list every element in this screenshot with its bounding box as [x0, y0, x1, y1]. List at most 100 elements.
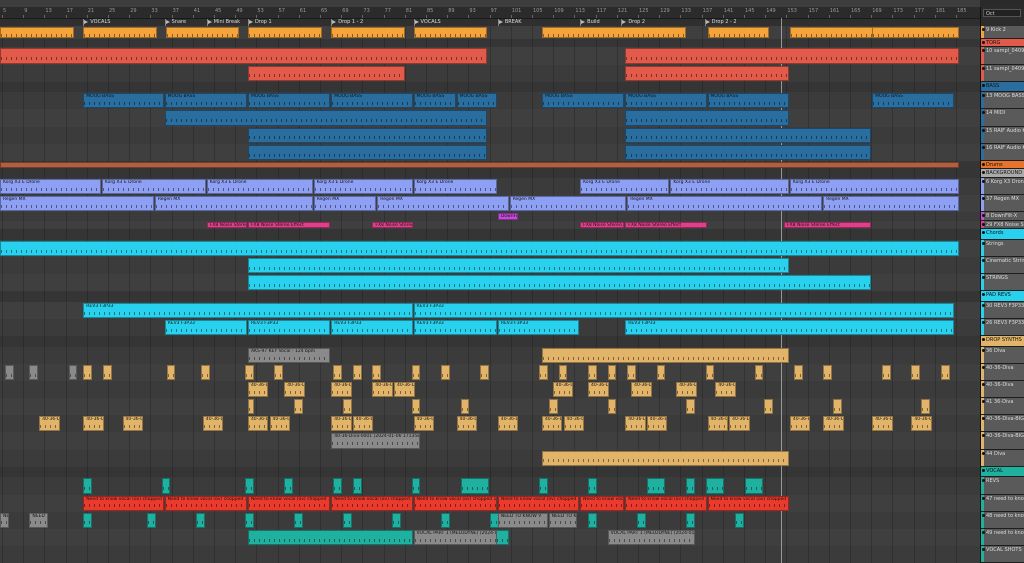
clip[interactable]: [0, 27, 75, 38]
clip[interactable]: Regen MX: [823, 196, 960, 212]
clip[interactable]: 40-36-Diva: [823, 416, 844, 432]
clip[interactable]: Korg X3 E Drone: [101, 178, 206, 194]
clip[interactable]: FX8 Noise Stereo Effect: [206, 221, 247, 229]
track-lane[interactable]: [0, 449, 980, 468]
clip[interactable]: 40-36-Diva: [707, 416, 729, 432]
clip[interactable]: [764, 399, 774, 415]
clip[interactable]: NEED TO KNOW V: [497, 512, 548, 528]
fold-icon[interactable]: [982, 171, 985, 175]
clip[interactable]: REV3 F3P33: [247, 320, 331, 336]
locator[interactable]: Snare: [164, 19, 186, 26]
track-header[interactable]: 40-36-Diva-BIG: [981, 415, 1024, 433]
clip[interactable]: [331, 27, 405, 38]
arrangement-view[interactable]: 5 9 13 17 21 25 29 33 37 41 45 49 53 57 61 65 69 73 77 81 85…: [0, 0, 980, 563]
track-header[interactable]: STRINGS: [981, 274, 1024, 292]
locator-bar[interactable]: VOCALS Snare Mini Break Drop 1 Drop 1 - 2 VOC…: [0, 19, 980, 26]
clip[interactable]: [754, 365, 764, 381]
clip[interactable]: 40-36-Diva-0001 [2024-01-06 171358]: [331, 433, 421, 449]
track-header[interactable]: 13 MOOG BASS: [981, 92, 1024, 110]
clip[interactable]: [744, 478, 764, 494]
clip[interactable]: [411, 365, 421, 381]
clip[interactable]: [460, 478, 489, 494]
clip[interactable]: Korg X3 E Drone: [206, 178, 313, 194]
track-header[interactable]: 15 RAIF Audio K: [981, 126, 1024, 144]
clip[interactable]: NEED TO KNOW V: [548, 512, 578, 528]
clip[interactable]: [247, 127, 488, 143]
clip[interactable]: 40-36-Diva: [646, 416, 668, 432]
fold-icon[interactable]: [982, 293, 985, 297]
clip[interactable]: [625, 65, 789, 81]
track-header[interactable]: 26 REV3 F3P33: [981, 319, 1024, 337]
clip[interactable]: 40-36-Diva: [202, 416, 224, 432]
fold-icon[interactable]: [982, 83, 985, 87]
set-selector[interactable]: Oct: [983, 9, 1021, 17]
track-header[interactable]: 9 Kick 2: [981, 26, 1024, 39]
track-header[interactable]: VOCAL: [981, 466, 1024, 478]
clip[interactable]: [627, 365, 636, 381]
clip[interactable]: REV3 F3P33: [331, 320, 413, 336]
clip[interactable]: [165, 27, 240, 38]
clip[interactable]: [558, 365, 568, 381]
track-header[interactable]: 36 Diva: [981, 346, 1024, 365]
clip[interactable]: [625, 48, 960, 64]
locator[interactable]: Drop 2: [621, 19, 645, 26]
clip[interactable]: Korg X3 E Drone: [413, 178, 497, 194]
clip[interactable]: [284, 478, 293, 494]
clip[interactable]: REV3 F3P33: [413, 302, 955, 319]
fold-icon[interactable]: [982, 321, 985, 325]
fold-icon[interactable]: [982, 179, 985, 183]
fold-icon[interactable]: [982, 530, 985, 534]
track-lane[interactable]: [0, 364, 980, 383]
clip[interactable]: NEED TO KNOW V: [29, 512, 48, 528]
clip[interactable]: [343, 512, 352, 528]
track-header[interactable]: 8 DownFilt-X: [981, 212, 1024, 221]
fold-icon[interactable]: [982, 241, 985, 245]
clip[interactable]: [247, 27, 323, 38]
clip[interactable]: Need to know vocal (ov) chopped 1 (Freez…: [497, 495, 580, 511]
clip[interactable]: [707, 27, 770, 38]
fold-icon[interactable]: [982, 28, 985, 31]
track-header[interactable]: 29 FX8 Noise St: [981, 220, 1024, 230]
track-header[interactable]: 41 36-Diva: [981, 398, 1024, 416]
track-header[interactable]: 44 Diva: [981, 449, 1024, 467]
clip[interactable]: [166, 365, 176, 381]
fold-icon[interactable]: [982, 547, 985, 551]
fold-icon[interactable]: [982, 145, 985, 149]
track-header[interactable]: 40-36-Diva-BIG: [981, 432, 1024, 450]
clip[interactable]: Korg X3 E Drone: [0, 178, 101, 194]
clip[interactable]: 40-36-Diva: [456, 416, 478, 432]
clip[interactable]: Korg X3 E Drone: [789, 178, 960, 194]
clip[interactable]: 40-36-Diva: [269, 416, 291, 432]
clip[interactable]: MOOG BASS: [331, 93, 413, 109]
locator[interactable]: Drop 1 - 2: [331, 19, 363, 26]
fold-icon[interactable]: [982, 383, 985, 387]
clip[interactable]: FX8 Noise Stereo Effect: [580, 221, 625, 229]
clip[interactable]: Regen MX: [0, 196, 154, 212]
clip[interactable]: [411, 478, 421, 494]
clip[interactable]: REV3 F3P33: [164, 320, 247, 336]
track-header[interactable]: 14 MIDI: [981, 109, 1024, 127]
clip[interactable]: [294, 512, 303, 528]
track-header[interactable]: 6 Korg X3 Drone: [981, 177, 1024, 195]
track-header[interactable]: 47 need to kno: [981, 494, 1024, 512]
clip[interactable]: [625, 110, 789, 126]
clip[interactable]: Regen MX: [377, 196, 509, 212]
clip[interactable]: [164, 110, 488, 126]
fold-icon[interactable]: [982, 479, 985, 483]
track-header[interactable]: VOCAL SHOTS: [981, 545, 1024, 563]
clip[interactable]: [705, 365, 715, 381]
clip[interactable]: [625, 144, 872, 160]
clip[interactable]: VOCAL PART 1 (MELODYNE) (2024-01-16): [413, 529, 497, 545]
clip[interactable]: [0, 48, 488, 64]
clip[interactable]: [200, 365, 210, 381]
clip[interactable]: FX8 Noise Stereo Effect: [372, 221, 413, 229]
clip[interactable]: 40-36-Diva: [588, 382, 609, 398]
clip[interactable]: Regen MX: [154, 196, 313, 212]
clip[interactable]: [4, 365, 14, 381]
clip[interactable]: 40-36-Diva: [789, 416, 811, 432]
clip[interactable]: 40-36-Diva: [563, 416, 585, 432]
clip[interactable]: 40-36-Diva: [39, 416, 60, 432]
clip[interactable]: MOOG BASS: [164, 93, 247, 109]
clip[interactable]: [372, 365, 382, 381]
clip[interactable]: [872, 27, 960, 38]
